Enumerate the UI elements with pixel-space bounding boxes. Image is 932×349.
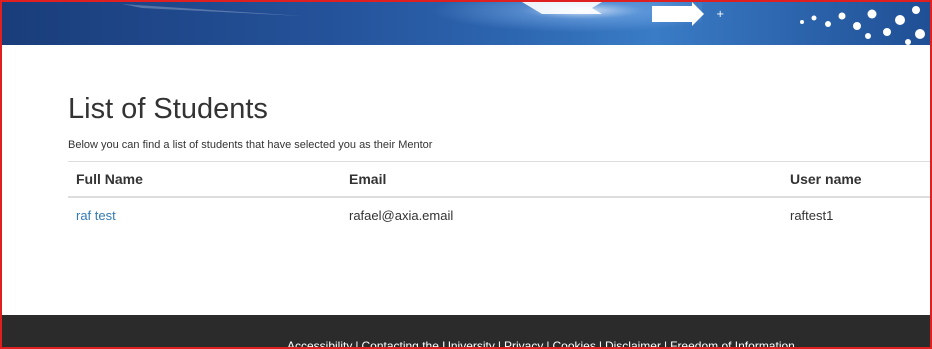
- screenshot-frame: + List of Students Below you can find a …: [0, 0, 932, 349]
- footer-separator: |: [497, 339, 502, 349]
- footer-links: Accessibility | Contacting the University |…: [287, 339, 795, 349]
- svg-text:+: +: [716, 9, 724, 20]
- cell-email: rafael@axia.email: [349, 207, 454, 223]
- footer-link-contacting[interactable]: Contacting the University: [361, 339, 494, 347]
- cell-user-name: raftest1: [790, 207, 834, 223]
- cell-full-name: raf test: [68, 197, 341, 232]
- column-header-email: Email: [341, 161, 782, 198]
- students-table: Full Name Email User name raf test rafae…: [68, 161, 930, 232]
- table-row: raf test rafael@axia.email raftest1: [68, 197, 930, 232]
- footer-separator: |: [598, 339, 602, 349]
- page-title: List of Students: [68, 93, 268, 125]
- footer-link-accessibility[interactable]: Accessibility: [287, 339, 352, 347]
- footer: Accessibility | Contacting the University |…: [2, 315, 930, 349]
- footer-link-foi[interactable]: Freedom of Information: [670, 339, 795, 347]
- student-name-link[interactable]: raf test: [76, 208, 116, 223]
- column-header-user-name: User name: [782, 161, 930, 198]
- footer-link-cookies[interactable]: Cookies: [552, 339, 595, 347]
- header-banner: +: [2, 2, 930, 45]
- footer-link-disclaimer[interactable]: Disclaimer: [605, 339, 661, 347]
- footer-link-privacy[interactable]: Privacy: [504, 339, 543, 347]
- footer-separator: |: [663, 339, 668, 349]
- banner-graphic-icon: +: [122, 2, 925, 45]
- table-header-row: Full Name Email User name: [68, 161, 930, 198]
- intro-text: Below you can find a list of students th…: [68, 139, 433, 151]
- column-header-full-name: Full Name: [68, 161, 341, 198]
